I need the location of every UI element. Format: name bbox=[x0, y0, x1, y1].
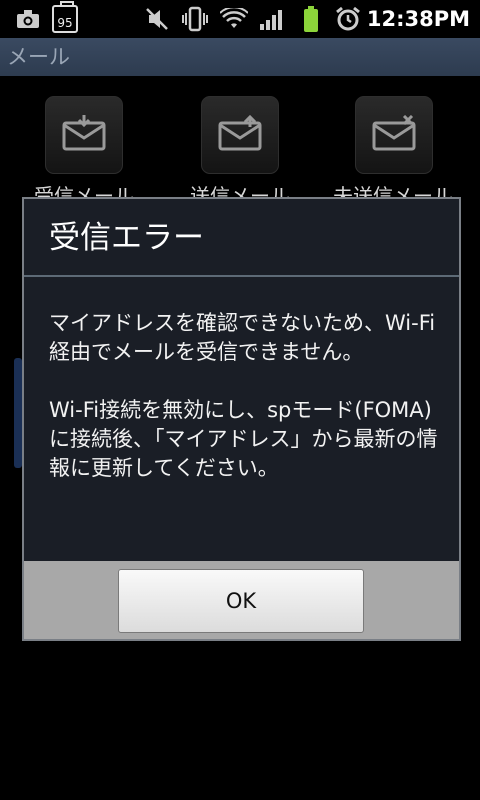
alarm-icon bbox=[333, 0, 363, 38]
app-title: メール bbox=[7, 45, 70, 69]
dialog-message-1: マイアドレスを確認できないため、Wi-Fi経由でメールを受信できません。 bbox=[49, 311, 436, 364]
inbox-icon bbox=[62, 115, 106, 155]
error-dialog: 受信エラー マイアドレスを確認できないため、Wi-Fi経由でメールを受信できませ… bbox=[22, 197, 461, 641]
outbox-tile[interactable] bbox=[201, 96, 279, 174]
unsent-icon bbox=[372, 114, 416, 155]
dialog-title: 受信エラー bbox=[49, 220, 204, 256]
inbox-tile[interactable] bbox=[45, 96, 123, 174]
dialog-message: マイアドレスを確認できないため、Wi-Fi経由でメールを受信できません。 Wi-… bbox=[49, 309, 444, 483]
outbox-icon bbox=[218, 114, 262, 155]
app-title-bar: メール bbox=[0, 38, 480, 76]
ok-button[interactable]: OK bbox=[118, 569, 364, 633]
wifi-icon bbox=[219, 0, 249, 38]
dialog-footer: OK bbox=[24, 561, 459, 639]
battery-95-label: 95 bbox=[52, 1, 78, 33]
battery-icon bbox=[298, 0, 324, 38]
status-time: 12:38PM bbox=[366, 7, 470, 31]
battery-95-icon: 95 bbox=[50, 0, 80, 38]
unsent-tile[interactable] bbox=[355, 96, 433, 174]
dialog-header: 受信エラー bbox=[24, 199, 459, 277]
mute-icon bbox=[143, 0, 171, 38]
status-bar: 95 12:38PM bbox=[0, 0, 480, 38]
dialog-message-2: Wi-Fi接続を無効にし、spモード(FOMA)に接続後、「マイアドレス」から最… bbox=[49, 398, 438, 480]
vibrate-icon bbox=[180, 0, 210, 38]
camera-icon bbox=[14, 0, 42, 38]
signal-icon bbox=[258, 0, 286, 38]
background-sliver bbox=[14, 358, 22, 468]
